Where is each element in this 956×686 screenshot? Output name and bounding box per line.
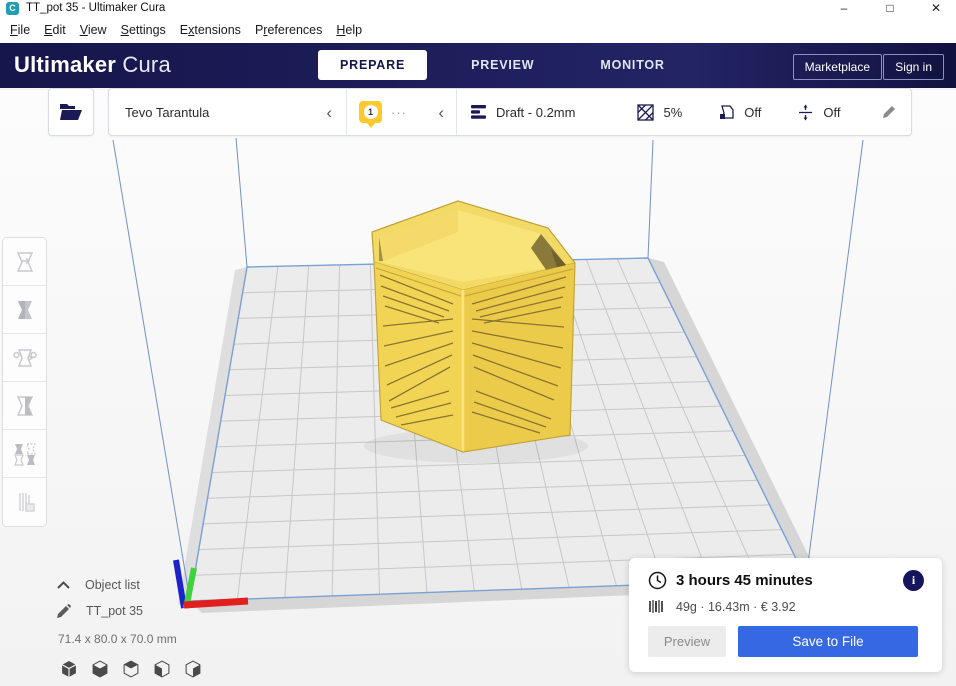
support-icon xyxy=(720,104,734,119)
material-chevron-icon[interactable]: ‹ xyxy=(438,104,444,121)
window-title: TT_pot 35 - Ultimaker Cura xyxy=(26,2,166,14)
adhesion-icon xyxy=(799,104,813,120)
per-model-settings-icon xyxy=(13,442,36,466)
close-button[interactable]: ✕ xyxy=(929,1,943,15)
infill-icon xyxy=(637,103,655,121)
brand-ultimaker: Ultimaker xyxy=(14,52,117,77)
mirror-tool-icon xyxy=(16,395,33,416)
object-name-row[interactable]: TT_pot 35 xyxy=(56,598,202,624)
info-icon[interactable]: i xyxy=(903,570,924,591)
material-selector[interactable]: 1 ··· ‹ xyxy=(347,89,456,135)
adhesion-value: Off xyxy=(823,104,841,120)
menu-item-extensions[interactable]: Extensions xyxy=(173,19,248,41)
menu-item-help[interactable]: Help xyxy=(329,19,369,41)
object-dimensions: 71.4 x 80.0 x 70.0 mm xyxy=(58,632,177,646)
view-top-button[interactable] xyxy=(122,660,140,678)
view-3d-button[interactable] xyxy=(60,660,78,678)
sign-in-button[interactable]: Sign in xyxy=(883,54,944,80)
object-name: TT_pot 35 xyxy=(86,604,143,618)
tab-prepare[interactable]: PREPARE xyxy=(318,50,428,80)
rotate-tool-icon xyxy=(12,348,37,367)
model-tt-pot[interactable] xyxy=(371,200,576,453)
view-front-button[interactable] xyxy=(91,660,109,678)
maximize-button[interactable]: □ xyxy=(883,1,897,15)
rename-pencil-icon xyxy=(57,604,71,618)
cura-app-icon: C xyxy=(6,1,19,15)
cura-window: C TT_pot 35 - Ultimaker Cura – □ ✕ File E… xyxy=(0,0,956,686)
title-bar: C TT_pot 35 - Ultimaker Cura – □ ✕ xyxy=(0,0,956,16)
tool-panel xyxy=(2,237,47,527)
scale-tool-icon xyxy=(17,300,32,319)
infill-value: 5% xyxy=(663,104,683,120)
tool-move-button[interactable] xyxy=(3,238,46,286)
infill-setting[interactable]: 5% xyxy=(637,103,683,121)
brand-logo: Ultimaker Cura xyxy=(14,52,171,78)
view-right-button[interactable] xyxy=(184,660,202,678)
chevron-up-icon xyxy=(57,580,70,589)
support-blocker-icon xyxy=(18,493,35,512)
extruder-number: 1 xyxy=(363,105,378,119)
object-list-label: Object list xyxy=(85,578,140,592)
clock-icon xyxy=(648,571,667,590)
printer-selector[interactable]: Tevo Tarantula ‹ xyxy=(109,89,346,135)
stage-tabs: PREPARE PREVIEW MONITOR xyxy=(318,50,687,80)
edit-settings-button[interactable] xyxy=(881,104,897,120)
camera-view-buttons xyxy=(60,660,202,678)
configuration-bar: Tevo Tarantula ‹ 1 ··· ‹ Draft - 0.2mm 5… xyxy=(108,88,912,136)
object-list-toggle[interactable]: Object list xyxy=(56,572,202,598)
menu-item-file[interactable]: File xyxy=(3,19,37,41)
minimize-button[interactable]: – xyxy=(837,1,851,15)
extruder-1-badge[interactable]: 1 xyxy=(359,101,382,128)
save-to-file-button[interactable]: Save to File xyxy=(738,626,918,657)
tool-per-model-settings-button[interactable] xyxy=(3,430,46,478)
move-tool-icon xyxy=(16,251,33,272)
view-left-button[interactable] xyxy=(153,660,171,678)
pencil-icon xyxy=(883,106,895,118)
preview-button[interactable]: Preview xyxy=(648,626,726,657)
material-spool-icon xyxy=(649,600,663,613)
menu-item-preferences[interactable]: Preferences xyxy=(248,19,329,41)
print-time: 3 hours 45 minutes xyxy=(676,572,813,589)
tab-monitor[interactable]: MONITOR xyxy=(578,50,686,80)
layers-icon xyxy=(471,105,486,119)
menu-item-edit[interactable]: Edit xyxy=(37,19,73,41)
menu-item-view[interactable]: View xyxy=(73,19,114,41)
menu-item-settings[interactable]: Settings xyxy=(114,19,173,41)
profile-label: Draft - 0.2mm xyxy=(496,104,576,120)
tool-support-blocker-button[interactable] xyxy=(3,478,46,526)
marketplace-button[interactable]: Marketplace xyxy=(792,54,882,80)
material-ellipsis-icon: ··· xyxy=(391,104,407,120)
print-summary-card: 3 hours 45 minutes i 49g · 16.43m · € 3.… xyxy=(629,558,942,672)
support-setting[interactable]: Off xyxy=(718,104,761,121)
brand-cura: Cura xyxy=(122,52,171,77)
tool-rotate-button[interactable] xyxy=(3,334,46,382)
menu-bar: File Edit View Settings Extensions Preference… xyxy=(0,16,956,43)
support-value: Off xyxy=(744,104,762,120)
material-usage: 49g · 16.43m · € 3.92 xyxy=(676,599,796,614)
open-folder-icon xyxy=(60,104,82,120)
app-header: Ultimaker Cura PREPARE PREVIEW MONITOR M… xyxy=(0,43,956,88)
printer-chevron-icon[interactable]: ‹ xyxy=(326,104,332,121)
open-file-button[interactable] xyxy=(48,88,94,136)
tab-preview[interactable]: PREVIEW xyxy=(449,50,556,80)
adhesion-setting[interactable]: Off xyxy=(797,104,840,121)
tool-mirror-button[interactable] xyxy=(3,382,46,430)
printer-name: Tevo Tarantula xyxy=(125,104,210,120)
tool-scale-button[interactable] xyxy=(3,286,46,334)
print-settings-panel[interactable]: Draft - 0.2mm 5% Off Off xyxy=(457,89,911,135)
profile-setting[interactable]: Draft - 0.2mm xyxy=(471,105,575,120)
object-info-panel: Object list TT_pot 35 71.4 x 80.0 x 70.0… xyxy=(56,572,202,678)
